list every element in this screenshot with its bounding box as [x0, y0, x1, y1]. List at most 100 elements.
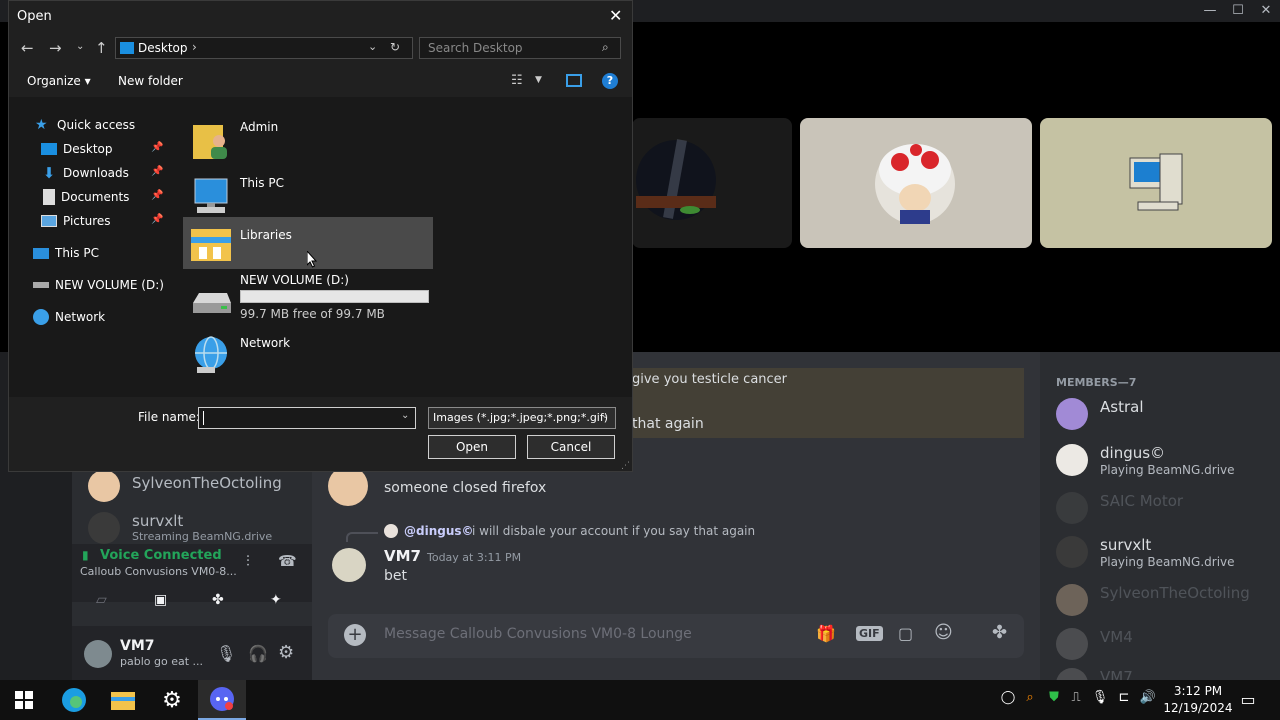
- avatar[interactable]: [332, 548, 366, 582]
- member-item[interactable]: survxlt Playing BeamNG.drive: [1056, 532, 1276, 574]
- maximize-button[interactable]: ☐: [1224, 2, 1252, 20]
- help-icon[interactable]: ?: [602, 73, 618, 89]
- disconnect-icon[interactable]: ☎: [278, 552, 297, 570]
- search-icon[interactable]: ⌕: [602, 40, 609, 55]
- tray-circle-icon[interactable]: ◯: [998, 690, 1018, 710]
- pin-icon[interactable]: 📌: [151, 142, 163, 153]
- member-item[interactable]: Astral: [1056, 394, 1276, 436]
- pin-icon[interactable]: 📌: [151, 190, 163, 201]
- up-arrow-icon[interactable]: ↑: [95, 39, 108, 57]
- screen-share-icon[interactable]: ▣: [154, 592, 167, 608]
- settings-gear-icon[interactable]: ⚙: [278, 642, 294, 663]
- gif-icon[interactable]: GIF: [856, 626, 883, 641]
- member-item[interactable]: SAIC Motor: [1056, 488, 1276, 530]
- resize-grip-icon[interactable]: ⋰: [621, 461, 630, 471]
- nav-quick-access[interactable]: ★ Quick access: [35, 114, 135, 136]
- voice-user-name[interactable]: survxlt: [132, 512, 183, 530]
- composer-placeholder[interactable]: Message Calloub Convusions VM0-8 Lounge: [384, 626, 692, 642]
- nav-this-pc[interactable]: This PC: [33, 242, 99, 264]
- address-dropdown-icon[interactable]: ⌄: [368, 40, 377, 53]
- microphone-icon[interactable]: 🎙: [1090, 690, 1110, 710]
- file-type-select[interactable]: Images (*.jpg;*.jpeg;*.png;*.gif) ⌄: [428, 407, 616, 429]
- refresh-icon[interactable]: ↻: [390, 40, 400, 54]
- emoji-icon[interactable]: ☺: [934, 622, 953, 643]
- edge-browser-button[interactable]: [50, 680, 98, 720]
- activities-icon[interactable]: ✤: [212, 592, 224, 608]
- network-icon[interactable]: ⊏: [1114, 690, 1134, 710]
- headphones-icon[interactable]: 🎧: [248, 644, 268, 663]
- member-item[interactable]: SylveonTheOctoling: [1056, 580, 1276, 622]
- clock-time[interactable]: 3:12 PM: [1168, 684, 1228, 698]
- discord-button[interactable]: [198, 680, 246, 720]
- reply-author[interactable]: @dingus©: [404, 524, 474, 538]
- usb-icon[interactable]: ⎍: [1066, 690, 1086, 710]
- voice-channel-name[interactable]: Calloub Convusions VM0-8...: [80, 565, 237, 578]
- pin-icon[interactable]: 📌: [151, 214, 163, 225]
- add-attachment-icon[interactable]: +: [344, 624, 366, 646]
- file-item-libraries[interactable]: Libraries: [183, 217, 433, 269]
- message-author[interactable]: VM7: [384, 547, 421, 565]
- pin-icon[interactable]: 📌: [151, 166, 163, 177]
- address-path[interactable]: Desktop: [138, 41, 188, 55]
- documents-icon: [43, 189, 55, 205]
- breadcrumb-chevron-icon[interactable]: ›: [192, 40, 197, 54]
- notification-icon[interactable]: ▭: [1238, 690, 1258, 710]
- sticker-icon[interactable]: ▢: [898, 624, 913, 643]
- shield-icon[interactable]: ⛊: [1044, 690, 1064, 710]
- close-icon[interactable]: ✕: [609, 6, 622, 25]
- avatar[interactable]: [328, 466, 368, 506]
- camera-off-icon[interactable]: ▱: [96, 592, 107, 608]
- file-name-dropdown-icon[interactable]: ⌄: [401, 410, 409, 421]
- search-input[interactable]: Search Desktop ⌕: [419, 37, 621, 59]
- file-item-network[interactable]: Network: [183, 329, 433, 381]
- voice-user-name[interactable]: SylveonTheOctoling: [132, 474, 282, 492]
- cancel-button[interactable]: Cancel: [527, 435, 615, 459]
- start-button[interactable]: [0, 680, 48, 720]
- close-window-button[interactable]: ✕: [1252, 2, 1280, 20]
- gift-icon[interactable]: 🎁: [816, 624, 836, 643]
- nav-desktop[interactable]: Desktop: [41, 138, 113, 160]
- video-tile-galaxy[interactable]: [632, 118, 792, 248]
- nav-pictures[interactable]: Pictures: [41, 210, 111, 232]
- file-type-value[interactable]: Images (*.jpg;*.jpeg;*.png;*.gif): [433, 411, 608, 424]
- member-item[interactable]: VM7: [1056, 664, 1276, 680]
- preview-pane-icon[interactable]: [566, 74, 582, 87]
- soundboard-icon[interactable]: ✦: [270, 592, 282, 608]
- new-folder-button[interactable]: New folder: [118, 74, 183, 88]
- file-name-input[interactable]: ⌄: [198, 407, 416, 429]
- microphone-icon[interactable]: 🎙: [216, 644, 236, 663]
- volume-icon[interactable]: 🔊: [1138, 690, 1158, 710]
- search-magnifier-icon[interactable]: ⌕: [1020, 690, 1040, 710]
- noise-suppression-icon[interactable]: ⫶: [246, 552, 250, 570]
- voice-connected-status: Voice Connected: [100, 548, 222, 563]
- clock-date[interactable]: 12/19/2024: [1162, 701, 1234, 715]
- member-item[interactable]: VM4: [1056, 624, 1276, 666]
- back-arrow-icon[interactable]: ←: [21, 39, 34, 57]
- computer-avatar-image: [1129, 153, 1183, 211]
- settings-button[interactable]: ⚙: [148, 680, 196, 720]
- video-tile-computer[interactable]: [1040, 118, 1272, 248]
- address-bar[interactable]: Desktop › ⌄ ↻: [115, 37, 413, 59]
- nav-documents[interactable]: Documents: [41, 186, 129, 208]
- search-placeholder[interactable]: Search Desktop: [428, 41, 523, 55]
- minimize-button[interactable]: —: [1196, 2, 1224, 20]
- avatar[interactable]: [84, 640, 112, 668]
- file-item-this-pc[interactable]: This PC: [183, 169, 433, 221]
- nav-new-volume[interactable]: NEW VOLUME (D:): [33, 274, 164, 296]
- view-dropdown-chevron-icon[interactable]: ▼: [535, 75, 542, 85]
- file-explorer-button[interactable]: [99, 680, 147, 720]
- file-item-new-volume[interactable]: NEW VOLUME (D:) 99.7 MB free of 99.7 MB: [183, 273, 433, 323]
- recent-locations-chevron-icon[interactable]: ⌄: [76, 41, 84, 52]
- nav-network[interactable]: Network: [33, 306, 105, 328]
- apps-icon[interactable]: ✤: [992, 622, 1007, 643]
- forward-arrow-icon[interactable]: →: [49, 39, 62, 57]
- nav-downloads[interactable]: ⬇ Downloads: [41, 162, 129, 184]
- file-item-admin[interactable]: Admin: [183, 113, 433, 165]
- video-tile-toad[interactable]: [800, 118, 1032, 248]
- file-type-dropdown-icon[interactable]: ⌄: [601, 410, 609, 421]
- reply-text[interactable]: i will disbale your account if you say t…: [472, 524, 755, 538]
- view-options-icon[interactable]: ☷: [511, 73, 523, 88]
- open-button[interactable]: Open: [428, 435, 516, 459]
- organize-button[interactable]: Organize ▾: [27, 74, 91, 88]
- member-item[interactable]: dingus© Playing BeamNG.drive: [1056, 440, 1276, 482]
